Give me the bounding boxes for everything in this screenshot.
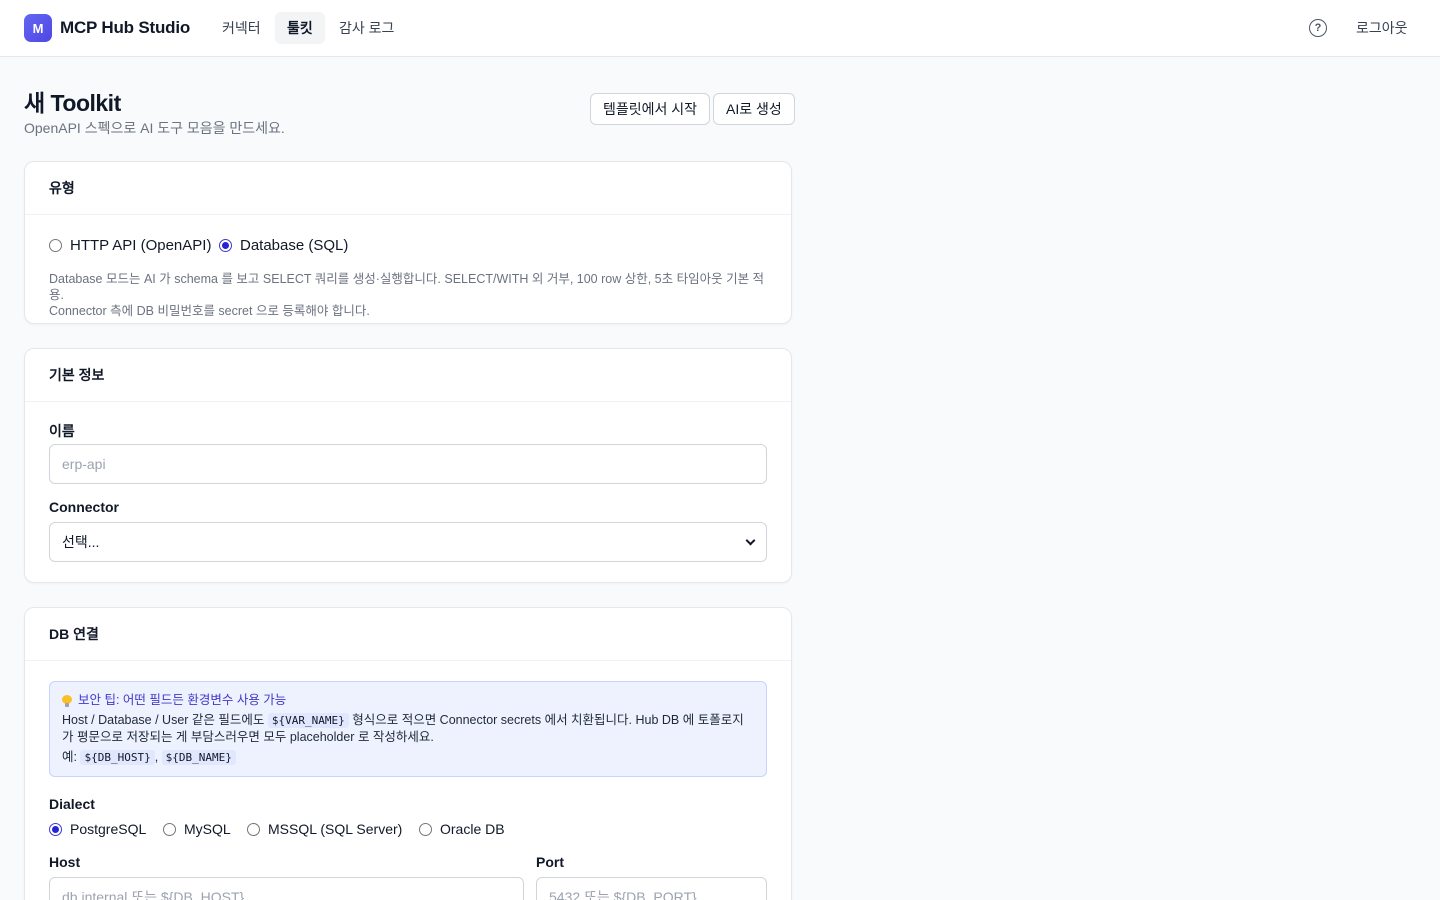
port-input[interactable]: 5432 또는 ${DB_PORT} xyxy=(536,877,767,900)
page-title: 새 Toolkit xyxy=(24,90,121,116)
nav-tab-audit-log[interactable]: 감사 로그 xyxy=(327,12,406,44)
type-card-title: 유형 xyxy=(25,162,791,215)
connector-select-value: 선택... xyxy=(62,534,100,550)
dialect-radio-oracle[interactable]: Oracle DB xyxy=(419,821,505,837)
host-label: Host xyxy=(49,854,81,870)
connector-label: Connector xyxy=(49,499,119,515)
type-radio-database-label: Database (SQL) xyxy=(240,237,349,254)
type-radio-http-api[interactable]: HTTP API (OpenAPI) xyxy=(49,237,211,254)
dialect-radio-mssql[interactable]: MSSQL (SQL Server) xyxy=(247,821,402,837)
tip-example-label: 예: xyxy=(62,750,77,764)
dialect-mysql-label: MySQL xyxy=(184,821,231,837)
port-label: Port xyxy=(536,854,564,870)
radio-circle[interactable] xyxy=(419,822,432,836)
radio-circle-selected[interactable] xyxy=(49,822,62,836)
chevron-down-icon xyxy=(745,535,756,545)
top-bar: M MCP Hub Studio 커넥터 툴킷 감사 로그 ? 로그아웃 xyxy=(0,0,1440,57)
radio-circle[interactable] xyxy=(247,822,260,836)
nav-tab-toolkits[interactable]: 툴킷 xyxy=(275,12,325,44)
logout-button[interactable]: 로그아웃 xyxy=(1344,12,1420,44)
lightbulb-icon xyxy=(62,694,72,707)
dialect-mssql-label: MSSQL (SQL Server) xyxy=(268,821,403,837)
type-help-line-1: Database 모드는 AI 가 schema 를 보고 SELECT 쿼리를… xyxy=(49,272,765,302)
db-connection-card-title: DB 연결 xyxy=(25,608,791,661)
type-radio-database[interactable]: Database (SQL) xyxy=(219,237,348,254)
security-tip-title-text: 보안 팁: 어떤 필드든 환경변수 사용 가능 xyxy=(78,693,287,707)
name-label: 이름 xyxy=(49,423,75,439)
dialect-radio-mysql[interactable]: MySQL xyxy=(163,821,231,837)
dialect-postgresql-label: PostgreSQL xyxy=(70,821,147,837)
security-tip-box: 보안 팁: 어떤 필드든 환경변수 사용 가능 Host / Database … xyxy=(49,681,767,777)
generate-with-ai-button[interactable]: AI로 생성 xyxy=(713,93,795,125)
dialect-oracle-label: Oracle DB xyxy=(440,821,505,837)
app-title[interactable]: MCP Hub Studio xyxy=(60,18,190,38)
tip-code-db-host: ${DB_HOST} xyxy=(80,750,155,765)
type-radio-http-api-label: HTTP API (OpenAPI) xyxy=(70,237,212,254)
basic-info-card-title: 기본 정보 xyxy=(25,349,791,402)
type-card: 유형 HTTP API (OpenAPI) Database (SQL) Dat… xyxy=(24,161,792,324)
app-logo[interactable]: M xyxy=(24,14,52,42)
host-input[interactable]: db.internal 또는 ${DB_HOST} xyxy=(49,877,524,900)
dialect-label: Dialect xyxy=(49,796,95,812)
nav-tab-connectors[interactable]: 커넥터 xyxy=(210,12,273,44)
tip-code-db-name: ${DB_NAME} xyxy=(161,750,236,765)
db-connection-card: DB 연결 보안 팁: 어떤 필드든 환경변수 사용 가능 Host / Dat… xyxy=(24,607,792,900)
tip-text-1: Host / Database / User 같은 필드에도 xyxy=(62,713,265,727)
connector-select[interactable]: 선택... xyxy=(49,522,767,562)
security-tip-example: 예: ${DB_HOST}, ${DB_NAME} xyxy=(62,749,754,766)
radio-circle-selected[interactable] xyxy=(219,239,232,252)
name-input[interactable]: erp-api xyxy=(49,444,767,484)
basic-info-card: 기본 정보 이름 erp-api Connector 선택... xyxy=(24,348,792,583)
security-tip-title: 보안 팁: 어떤 필드든 환경변수 사용 가능 xyxy=(62,692,754,709)
type-help-text: Database 모드는 AI 가 schema 를 보고 SELECT 쿼리를… xyxy=(49,271,769,319)
radio-circle[interactable] xyxy=(163,822,176,836)
dialect-radio-postgresql[interactable]: PostgreSQL xyxy=(49,821,146,837)
start-from-template-button[interactable]: 템플릿에서 시작 xyxy=(590,93,711,125)
tip-code-var-name: ${VAR_NAME} xyxy=(267,713,349,728)
tip-separator: , xyxy=(154,750,159,764)
help-icon[interactable]: ? xyxy=(1309,19,1327,37)
security-tip-body: Host / Database / User 같은 필드에도 ${VAR_NAM… xyxy=(62,712,754,746)
radio-circle[interactable] xyxy=(49,239,62,252)
type-help-line-2: Connector 측에 DB 비밀번호를 secret 으로 등록해야 합니다… xyxy=(49,304,370,318)
page-subtitle: OpenAPI 스펙으로 AI 도구 모음을 만드세요. xyxy=(24,120,285,136)
